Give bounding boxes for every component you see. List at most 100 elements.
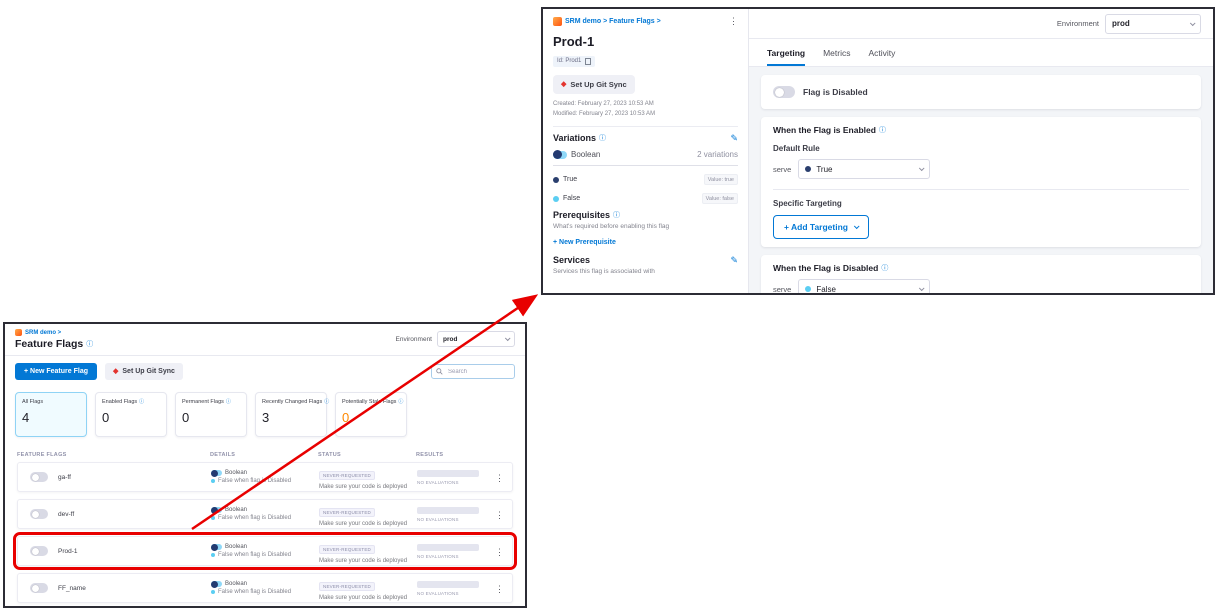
chevron-down-icon <box>854 223 860 229</box>
new-feature-flag-button[interactable]: + New Feature Flag <box>15 363 97 380</box>
git-diamond-icon: ◆ <box>561 81 566 88</box>
kebab-menu-icon[interactable]: ⋮ <box>495 510 504 520</box>
environment-bar: Environment prod <box>749 9 1213 39</box>
chevron-down-icon <box>919 165 925 171</box>
chevron-down-icon <box>505 335 511 341</box>
info-icon: ⓘ <box>599 135 606 142</box>
prerequisites-heading: Prerequisites <box>553 210 610 220</box>
divider <box>773 189 1189 190</box>
flag-timestamps: Created: February 27, 2023 10:53 AM Modi… <box>553 100 738 119</box>
info-icon: ⓘ <box>139 400 144 405</box>
tab-targeting[interactable]: Targeting <box>767 39 805 66</box>
flag-detail-main: Environment prod Targeting Metrics Activ… <box>749 9 1213 293</box>
flag-toggle[interactable] <box>30 546 48 556</box>
variation-value-badge: Value: true <box>704 174 738 185</box>
flag-toggle[interactable] <box>30 583 48 593</box>
kebab-menu-icon[interactable]: ⋮ <box>495 547 504 557</box>
table-row-ga-ff[interactable]: ga-ff Boolean False when flag is Disable… <box>17 462 513 492</box>
new-prerequisite-link[interactable]: + New Prerequisite <box>553 239 616 246</box>
copy-icon[interactable] <box>585 58 591 65</box>
prerequisites-header: Prerequisitesⓘ <box>553 210 738 220</box>
flag-id-badge: Id: Prod1 <box>553 56 595 67</box>
info-icon: ⓘ <box>226 400 231 405</box>
status-badge: NEVER-REQUESTED <box>319 471 375 480</box>
git-diamond-icon: ◆ <box>113 368 118 375</box>
info-icon: ⓘ <box>398 400 403 405</box>
chevron-down-icon <box>1190 20 1196 26</box>
stat-enabled-flags[interactable]: Enabled Flagsⓘ 0 <box>95 392 167 437</box>
edit-services-icon[interactable]: ✎ <box>730 256 738 265</box>
variation-item-false: False Value: false <box>553 193 738 204</box>
false-variation-dot <box>211 516 215 520</box>
environment-select[interactable]: prod <box>437 331 515 347</box>
flag-detail-panel: SRM demo > Feature Flags > ⋮ Prod-1 Id: … <box>541 7 1215 295</box>
flag-state-toggle[interactable] <box>773 86 795 98</box>
page-title: Feature Flags <box>15 338 83 350</box>
setup-git-sync-button[interactable]: ◆Set Up Git Sync <box>553 75 635 94</box>
created-at: Created: February 27, 2023 10:53 AM <box>553 100 738 110</box>
environment-label: Environment <box>396 336 433 343</box>
variations-header: Variationsⓘ ✎ <box>553 133 738 143</box>
kebab-menu-icon[interactable]: ⋮ <box>729 17 738 26</box>
info-icon: ⓘ <box>324 400 329 405</box>
variations-heading: Variations <box>553 133 596 143</box>
default-rule-label: Default Rule <box>773 144 1189 153</box>
search-icon <box>436 368 443 375</box>
list-header: SRM demo > Feature Flags ⓘ Environment p… <box>5 324 525 356</box>
stat-potentially-stale-flags[interactable]: Potentially Stale Flagsⓘ 0 <box>335 392 407 437</box>
services-heading: Services <box>553 255 590 265</box>
serve-false-select[interactable]: False <box>798 279 930 293</box>
false-variation-dot <box>553 196 559 202</box>
setup-git-sync-button[interactable]: ◆Set Up Git Sync <box>105 363 183 380</box>
environment-bar: Environment prod <box>396 331 516 347</box>
add-targeting-button[interactable]: + Add Targeting <box>773 215 869 239</box>
kebab-menu-icon[interactable]: ⋮ <box>495 584 504 594</box>
status-badge: NEVER-REQUESTED <box>319 545 375 554</box>
flag-rows: ga-ff Boolean False when flag is Disable… <box>5 462 525 603</box>
targeting-content: Flag is Disabled When the Flag is Enable… <box>749 67 1213 293</box>
serve-label: serve <box>773 165 791 174</box>
variation-type: Boolean <box>571 150 600 159</box>
breadcrumb-text[interactable]: SRM demo > <box>25 330 61 336</box>
table-row-dev-ff[interactable]: dev-ff Boolean False when flag is Disabl… <box>17 499 513 529</box>
flag-state-label: Flag is Disabled <box>803 87 868 97</box>
flag-enabled-card: When the Flag is Enabledⓘ Default Rule s… <box>761 117 1201 247</box>
flag-toggle[interactable] <box>30 472 48 482</box>
serve-true-select[interactable]: True <box>798 159 930 179</box>
kebab-menu-icon[interactable]: ⋮ <box>495 473 504 483</box>
variation-count: 2 variations <box>697 150 738 159</box>
false-variation-dot <box>211 590 215 594</box>
tab-activity[interactable]: Activity <box>868 39 895 66</box>
enabled-heading: When the Flag is Enabled <box>773 125 876 135</box>
results-bar <box>417 470 479 477</box>
stat-all-flags[interactable]: All Flags 4 <box>15 392 87 437</box>
stat-recently-changed-flags[interactable]: Recently Changed Flagsⓘ 3 <box>255 392 327 437</box>
table-row-prod-1[interactable]: Prod-1 Boolean False when flag is Disabl… <box>17 536 513 566</box>
flag-title: Prod-1 <box>553 34 738 49</box>
flag-detail-sidebar: SRM demo > Feature Flags > ⋮ Prod-1 Id: … <box>543 9 749 293</box>
serve-row-enabled: serve True <box>773 159 1189 179</box>
table-row-ff-name[interactable]: FF_name Boolean False when flag is Disab… <box>17 573 513 603</box>
edit-variations-icon[interactable]: ✎ <box>730 134 738 143</box>
flag-name: ga-ff <box>58 474 71 481</box>
environment-select[interactable]: prod <box>1105 14 1201 34</box>
true-variation-dot <box>805 166 811 172</box>
divider <box>553 126 738 127</box>
tab-metrics[interactable]: Metrics <box>823 39 850 66</box>
disabled-heading: When the Flag is Disabled <box>773 263 878 273</box>
info-icon: ⓘ <box>881 265 888 272</box>
boolean-variation-icon <box>211 507 222 513</box>
environment-label: Environment <box>1057 19 1099 28</box>
flag-toggle[interactable] <box>30 509 48 519</box>
results-bar <box>417 544 479 551</box>
search-input[interactable] <box>446 368 510 376</box>
stat-permanent-flags[interactable]: Permanent Flagsⓘ 0 <box>175 392 247 437</box>
breadcrumb-text[interactable]: SRM demo > Feature Flags > <box>565 18 661 25</box>
detail-tabs: Targeting Metrics Activity <box>749 39 1213 67</box>
flag-state-card: Flag is Disabled <box>761 75 1201 109</box>
stat-cards: All Flags 4 Enabled Flagsⓘ 0 Permanent F… <box>5 386 525 447</box>
harness-logo-icon <box>553 17 562 26</box>
variation-item-true: True Value: true <box>553 174 738 185</box>
variation-type-row: Boolean 2 variations <box>553 143 738 166</box>
flag-name: FF_name <box>58 585 86 592</box>
